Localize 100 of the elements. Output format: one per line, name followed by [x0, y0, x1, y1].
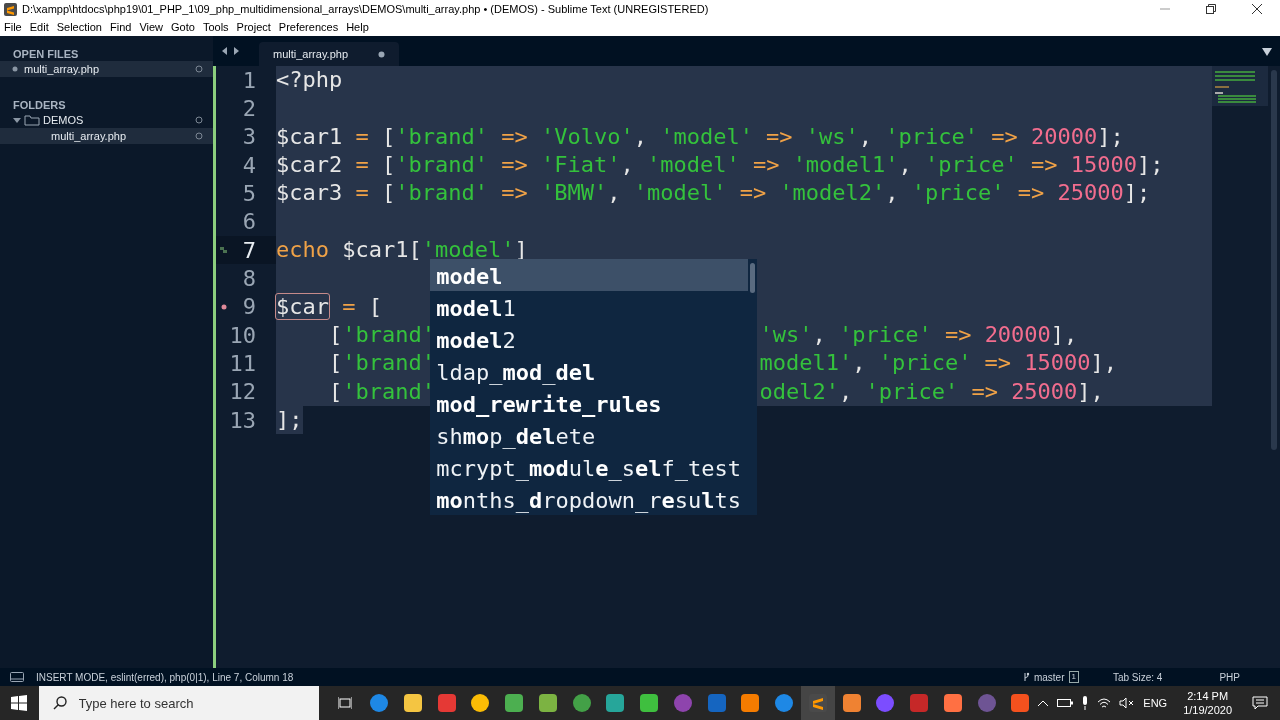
code-token: 'BMW' — [540, 180, 608, 206]
line-number: 12 — [229, 378, 256, 407]
suggestion-item[interactable]: model — [430, 259, 749, 292]
sidebar-file[interactable]: multi_array.php — [0, 128, 213, 144]
menu-item[interactable]: Tools — [198, 18, 233, 36]
code-token: [ — [408, 237, 422, 263]
tab-size[interactable]: Tab Size: 4 — [1112, 669, 1163, 685]
code-token: $car1 — [276, 123, 343, 149]
code-token: , — [633, 123, 648, 149]
commit-count: 1 — [1068, 671, 1079, 683]
section-heading: OPEN FILES — [12, 47, 80, 61]
code-token: 'brand' — [395, 152, 488, 178]
syntax-name[interactable]: PHP — [1219, 669, 1240, 685]
code-token: 15000 — [1024, 350, 1091, 376]
code-token: [ — [382, 123, 396, 149]
square-app-icon[interactable] — [740, 693, 761, 713]
close-icon — [1252, 4, 1262, 14]
code-token: , — [812, 322, 827, 348]
code-token: = — [354, 123, 370, 149]
code-token: $car1 — [341, 237, 409, 263]
code-token: [ — [382, 152, 396, 178]
square-app-icon[interactable] — [537, 693, 558, 713]
menu-item[interactable]: File — [0, 18, 26, 36]
file-tab[interactable]: multi_array.php — [259, 42, 399, 66]
code-token: => — [751, 152, 781, 178]
code-token: 'model2' — [779, 180, 886, 206]
panel-icon — [10, 672, 24, 682]
battery-icon[interactable] — [1057, 698, 1074, 708]
menu-item[interactable]: Selection — [52, 18, 106, 36]
line-number: 9 — [242, 293, 256, 322]
minimap-drawing[interactable] — [1212, 66, 1268, 106]
square-app-icon[interactable] — [1010, 693, 1031, 713]
code-token: ], — [1090, 350, 1118, 376]
code-token: = — [341, 293, 357, 319]
menu-item[interactable]: Find — [105, 18, 136, 36]
dropdown-arrow-icon — [1262, 48, 1272, 56]
menu-item[interactable]: Preferences — [274, 18, 343, 36]
branch-name[interactable]: master — [1033, 669, 1065, 685]
sidebar-folder[interactable]: DEMOS — [0, 112, 213, 128]
square-app-icon[interactable] — [402, 693, 423, 713]
code-token: 'model' — [633, 180, 727, 206]
code-token: ]; — [276, 407, 303, 433]
code-token: 'ws' — [759, 322, 813, 348]
chevron-up-icon[interactable] — [1037, 699, 1050, 707]
code-token: => — [983, 350, 1013, 376]
code-token: = — [354, 180, 370, 206]
code-token: => — [1016, 180, 1046, 206]
menu-item[interactable]: Project — [232, 18, 275, 36]
line-number: 3 — [242, 123, 256, 152]
suggestion-item[interactable]: months_dropdown_results — [430, 483, 749, 516]
open-file-item[interactable]: multi_array.php — [0, 61, 213, 77]
suggestion-item[interactable]: model1 — [430, 291, 749, 324]
code-token: 'brand' — [395, 180, 488, 206]
dot-icon — [12, 65, 20, 73]
search-field[interactable]: Type here to search — [38, 686, 319, 720]
scrollbar-thumb[interactable] — [1271, 70, 1277, 450]
clock-date[interactable]: 1/19/2020 — [1183, 703, 1233, 717]
round-app-icon[interactable] — [774, 693, 795, 713]
menu-item[interactable]: Goto — [167, 18, 199, 36]
microphone-icon[interactable] — [1081, 696, 1090, 710]
square-app-icon[interactable] — [504, 693, 525, 713]
line-number: 8 — [242, 265, 256, 294]
code-token: => — [500, 180, 529, 206]
wifi-icon[interactable] — [1097, 697, 1112, 709]
code-token: 20000 — [1031, 123, 1098, 149]
menu-item[interactable]: View — [135, 18, 168, 36]
code-token: => — [738, 180, 768, 206]
code-token: 15000 — [1070, 152, 1138, 178]
language-indicator[interactable]: ENG — [1143, 694, 1168, 712]
square-app-icon[interactable] — [942, 693, 963, 713]
line-number: 11 — [229, 350, 256, 379]
code-token: model1' — [759, 350, 853, 376]
code-token: $car — [276, 293, 329, 319]
notification-icon[interactable] — [1252, 696, 1269, 710]
clock-time[interactable]: 2:14 PM — [1183, 689, 1233, 703]
square-app-icon[interactable] — [605, 693, 626, 713]
volume-muted-icon[interactable] — [1119, 697, 1136, 709]
square-app-icon[interactable] — [639, 693, 660, 713]
popup-scrollbar-thumb[interactable] — [750, 263, 756, 294]
menu-item[interactable]: Edit — [25, 18, 53, 36]
code-token: 'Volvo' — [540, 123, 634, 149]
suggestion-item[interactable]: mcrypt_module_self_test — [430, 451, 749, 484]
caret-down-icon — [13, 116, 21, 124]
restore-icon — [1206, 4, 1216, 14]
suggestion-item[interactable]: shmop_delete — [430, 419, 749, 452]
square-app-icon[interactable] — [841, 693, 862, 713]
search-icon — [52, 696, 67, 710]
menu-item[interactable]: Help — [342, 18, 373, 36]
code-token: => — [500, 152, 529, 178]
close-circle-icon — [195, 132, 203, 140]
code-token: => — [990, 123, 1019, 149]
code-token: ]; — [1123, 180, 1151, 206]
code-token: 25000 — [1057, 180, 1124, 206]
window-title: D:\xampp\htdocs\php19\01_PHP_1\09_php_multidimensional_arrays\DEMOS\multi_array.php • (DEMOS) - Sublime Text (UNREGISTERED) — [22, 1, 710, 17]
modified-dot-icon — [378, 50, 385, 58]
code-token: 'ws' — [805, 123, 859, 149]
code-token: => — [765, 123, 794, 149]
round-app-icon[interactable] — [470, 693, 491, 713]
round-app-icon[interactable] — [369, 693, 390, 713]
round-app-icon[interactable] — [571, 693, 592, 713]
